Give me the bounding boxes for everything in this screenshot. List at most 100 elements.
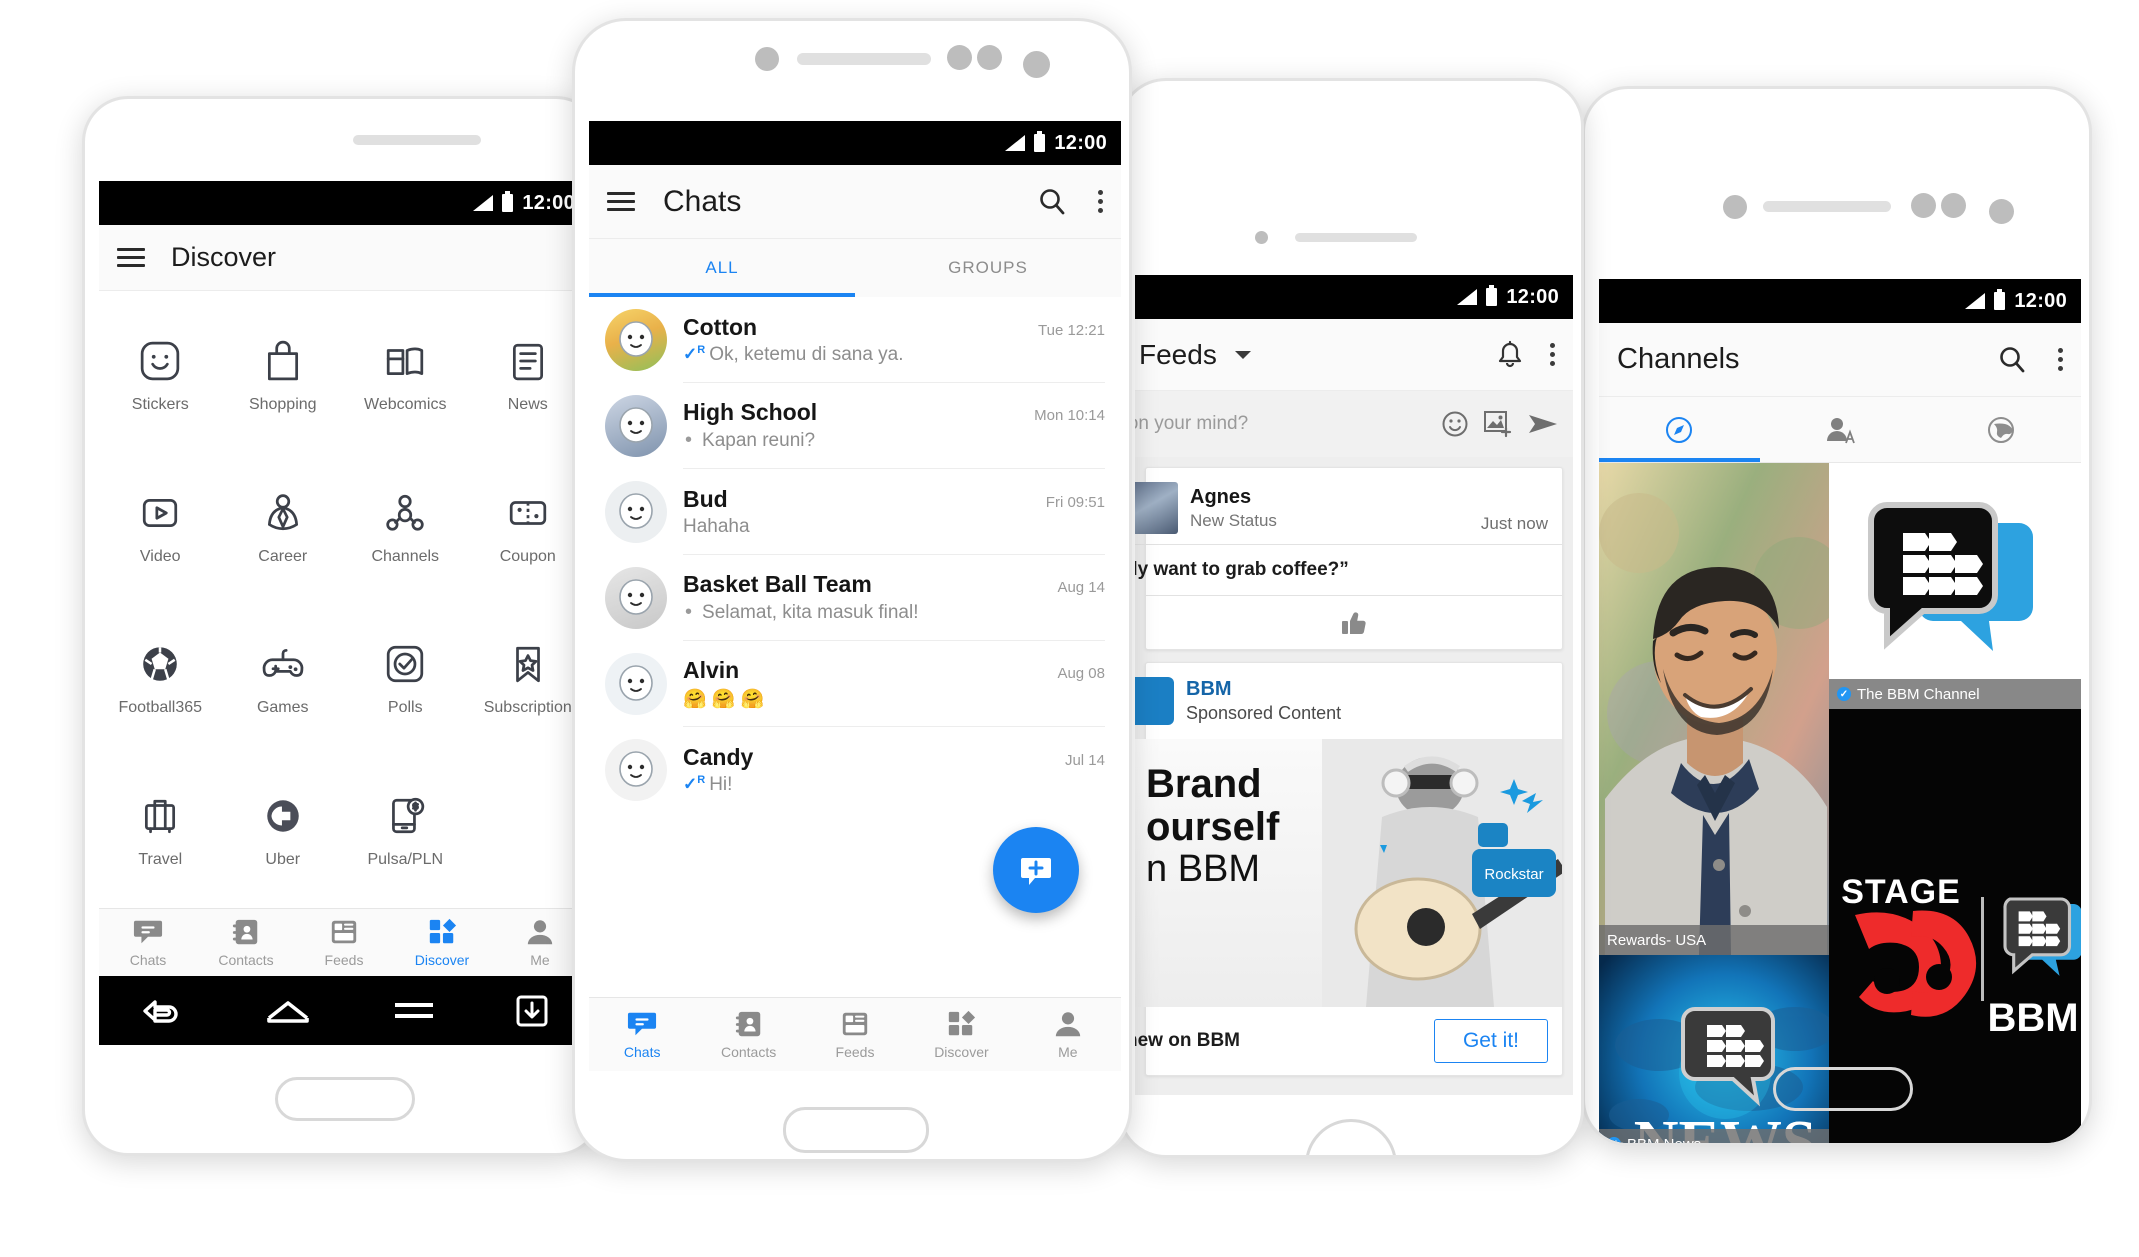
- discover-item-stickers[interactable]: Stickers: [99, 301, 222, 453]
- discover-item-label: Video: [139, 547, 181, 565]
- discover-item-video[interactable]: Video: [99, 453, 222, 605]
- nav-item-me[interactable]: Me: [1015, 998, 1121, 1071]
- page-title: Channels: [1617, 343, 1740, 375]
- nav-item-discover[interactable]: Discover: [908, 998, 1014, 1071]
- phone3-home-button[interactable]: [1305, 1119, 1397, 1155]
- phone4-home-button[interactable]: [1773, 1067, 1913, 1111]
- chat-list: Cotton Tue 12:21 ✓R Ok, ketemu di sana ya…: [589, 297, 1121, 813]
- phone-channels: 12:00 Channels Rewards- USA ✓ The BBM Ch…: [1582, 86, 2092, 1146]
- battery-icon: [1034, 131, 1046, 152]
- channel-tile-bbm-news[interactable]: NEWS ✓ BBM News: [1599, 955, 1829, 1143]
- discover-item-news[interactable]: News: [467, 301, 590, 453]
- get-it-button[interactable]: Get it!: [1433, 1019, 1548, 1063]
- discover-item-subscription[interactable]: Subscription: [467, 605, 590, 757]
- career-person-icon: [267, 493, 298, 530]
- uber-logo-icon: [267, 800, 299, 832]
- channel-tile-the-bbm-channel[interactable]: ✓ The BBM Channel: [1829, 463, 2081, 709]
- nav-item-chats[interactable]: Chats: [99, 909, 197, 976]
- nav-item-contacts[interactable]: Contacts: [197, 909, 295, 976]
- chat-list-item[interactable]: High School Mon 10:14 • Kapan reuni?: [589, 383, 1121, 469]
- send-icon[interactable]: [1527, 412, 1559, 436]
- home-icon[interactable]: [264, 994, 312, 1028]
- discover-item-shopping[interactable]: Shopping: [222, 301, 345, 453]
- tab-groups[interactable]: GROUPS: [855, 239, 1121, 297]
- chat-list-item[interactable]: Basket Ball Team Aug 14 • Selamat, kita m…: [589, 555, 1121, 641]
- chevron-down-icon[interactable]: [1233, 348, 1253, 362]
- phone3-app-bar: Feeds: [1135, 319, 1573, 391]
- chat-list-item[interactable]: Cotton Tue 12:21 ✓R Ok, ketemu di sana ya…: [589, 297, 1121, 383]
- discover-item-uber[interactable]: Uber: [222, 756, 345, 908]
- nav-item-feeds[interactable]: Feeds: [295, 909, 393, 976]
- chat-name: Basket Ball Team: [683, 571, 872, 597]
- tab-my-channels[interactable]: [1760, 397, 1921, 462]
- search-icon[interactable]: [1037, 187, 1067, 217]
- tab-global-channels[interactable]: [1920, 397, 2081, 462]
- kebab-icon[interactable]: [1097, 190, 1103, 213]
- add-photo-icon[interactable]: [1483, 410, 1513, 438]
- sponsored-card[interactable]: BBM Sponsored Content Brand ourself n BB…: [1135, 662, 1563, 1076]
- back-icon[interactable]: [139, 994, 185, 1028]
- discover-item-career[interactable]: Career: [222, 453, 345, 605]
- verified-badge-icon: ✓: [1607, 1137, 1621, 1143]
- phone4-app-bar: Channels: [1599, 323, 2081, 397]
- discover-item-label: Coupon: [499, 547, 556, 565]
- feed-scroll-area[interactable]: Agnes New Status Just now dy want to gra…: [1135, 457, 1573, 1095]
- avatar-sticker: [619, 493, 653, 529]
- tab-discover-channels[interactable]: [1599, 397, 1760, 462]
- phone1-home-button[interactable]: [275, 1077, 415, 1121]
- nav-item-chats[interactable]: Chats: [589, 998, 695, 1071]
- chat-body: High School Mon 10:14 • Kapan reuni?: [683, 383, 1105, 469]
- hamburger-icon[interactable]: [117, 248, 145, 267]
- tab-all[interactable]: ALL: [589, 239, 855, 297]
- avatar: [605, 481, 667, 543]
- status-time: 12:00: [1054, 131, 1107, 154]
- avatar-sticker: [619, 751, 653, 787]
- new-chat-fab[interactable]: [993, 827, 1079, 913]
- channel-tile-rewards-usa[interactable]: Rewards- USA: [1599, 463, 1829, 955]
- open-book-icon: [387, 347, 424, 375]
- discover-item-polls[interactable]: Polls: [344, 605, 467, 757]
- chat-list-item[interactable]: Bud Fri 09:51 Hahaha: [589, 469, 1121, 555]
- smiley-icon[interactable]: [1441, 410, 1469, 438]
- kebab-icon[interactable]: [2057, 348, 2063, 371]
- hamburger-icon[interactable]: [607, 192, 635, 211]
- sensor-dot-3: [1023, 51, 1050, 78]
- chat-preview: • Kapan reuni?: [683, 429, 1105, 452]
- nav-item-feeds[interactable]: Feeds: [802, 998, 908, 1071]
- discover-item-pulsa-pln[interactable]: Pulsa/PLN: [344, 756, 467, 908]
- chat-list-item[interactable]: Alvin Aug 08 🤗 🤗 🤗: [589, 641, 1121, 727]
- discover-item-travel[interactable]: Travel: [99, 756, 222, 908]
- sensor-dot-2: [1941, 193, 1966, 218]
- menu-icon[interactable]: [392, 997, 436, 1025]
- headline-line-2: ourself: [1146, 805, 1280, 850]
- status-card[interactable]: Agnes New Status Just now dy want to gra…: [1135, 467, 1563, 650]
- sponsor-brand: BBM: [1186, 678, 1232, 700]
- nav-item-contacts[interactable]: Contacts: [695, 998, 801, 1071]
- discover-item-webcomics[interactable]: Webcomics: [344, 301, 467, 453]
- page-title: Chats: [663, 184, 742, 218]
- sponsored-hero-image: Brand ourself n BBM Rockstar: [1135, 739, 1562, 1007]
- composer-placeholder: s on your mind?: [1135, 413, 1249, 434]
- download-tray-icon[interactable]: [515, 994, 549, 1028]
- search-icon[interactable]: [1997, 345, 2027, 375]
- chat-list-item[interactable]: Candy Jul 14 ✓R Hi!: [589, 727, 1121, 813]
- tile-caption: ✓ BBM News: [1599, 1129, 1829, 1143]
- bell-icon[interactable]: [1497, 340, 1523, 370]
- kebab-icon[interactable]: [1549, 343, 1555, 366]
- nav-item-label: Contacts: [218, 952, 274, 968]
- discover-item-football365[interactable]: Football365: [99, 605, 222, 757]
- avatar-sticker: [619, 665, 653, 701]
- feed-composer[interactable]: s on your mind?: [1135, 391, 1573, 457]
- nav-item-label: Chats: [129, 952, 167, 968]
- like-button[interactable]: [1146, 595, 1562, 649]
- phone1-bottom-nav: Chats Contacts Feeds Discover Me: [99, 908, 589, 976]
- chat-bubble-icon: [628, 1012, 657, 1036]
- discover-item-label: News: [507, 395, 548, 413]
- feeds-card-icon: [842, 1012, 868, 1036]
- discover-item-games[interactable]: Games: [222, 605, 345, 757]
- bbm-avatar-icon: [1135, 677, 1174, 725]
- discover-item-channels[interactable]: Channels: [344, 453, 467, 605]
- phone2-home-button[interactable]: [783, 1107, 929, 1153]
- nav-item-discover[interactable]: Discover: [393, 909, 491, 976]
- discover-item-coupon[interactable]: Coupon: [467, 453, 590, 605]
